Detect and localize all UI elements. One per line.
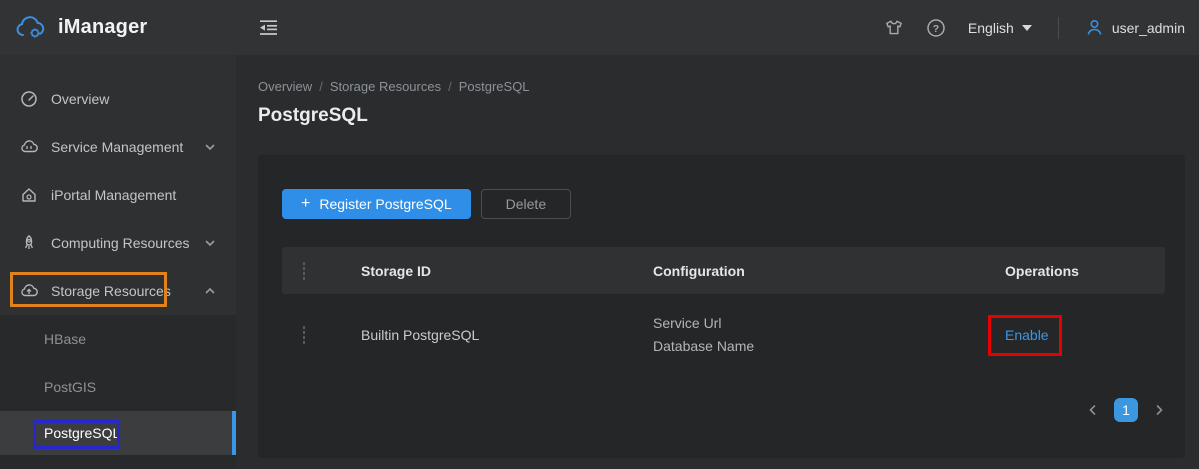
page-title: PostgreSQL: [258, 105, 368, 127]
configuration-service-url: Service Url: [653, 312, 1005, 335]
table-row: Builtin PostgreSQL Service Url Database …: [282, 294, 1165, 376]
sub-item-label: HBase: [44, 331, 86, 347]
delete-button-label: Delete: [506, 196, 546, 212]
current-page-button[interactable]: 1: [1114, 398, 1138, 422]
column-header-configuration: Configuration: [653, 263, 1005, 279]
imanager-app-window: iManager ?: [0, 0, 1199, 469]
breadcrumb-overview[interactable]: Overview: [258, 79, 312, 94]
next-page-icon[interactable]: [1153, 404, 1165, 416]
breadcrumb-storage-resources[interactable]: Storage Resources: [330, 79, 441, 94]
cloud-upload-icon: [20, 282, 38, 300]
app-logo-area: iManager: [0, 0, 236, 55]
sidebar-item-postgis[interactable]: PostGIS: [0, 363, 236, 411]
sidebar-item-hbase[interactable]: HBase: [0, 315, 236, 363]
postgresql-panel: + Register PostgreSQL Delete Storage ID …: [258, 155, 1185, 458]
topbar-divider: [1058, 17, 1059, 39]
main-content: Overview / Storage Resources / PostgreSQ…: [236, 55, 1199, 469]
fold-menu-icon[interactable]: [258, 19, 279, 36]
chevron-up-icon: [204, 285, 216, 297]
select-all-checkbox[interactable]: [303, 262, 305, 280]
sidebar-item-label: Service Management: [51, 139, 183, 155]
previous-page-icon[interactable]: [1087, 404, 1099, 416]
register-button-label: Register PostgreSQL: [319, 196, 451, 212]
home-icon: [20, 186, 38, 204]
row-checkbox[interactable]: [303, 326, 305, 344]
sidebar-item-iportal-management[interactable]: iPortal Management: [0, 171, 236, 219]
user-icon: [1085, 18, 1104, 37]
breadcrumb-separator: /: [448, 79, 452, 94]
language-selector[interactable]: English: [968, 20, 1032, 36]
breadcrumb-separator: /: [319, 79, 323, 94]
delete-button[interactable]: Delete: [481, 189, 571, 219]
pagination: 1: [1087, 398, 1165, 422]
svg-text:?: ?: [933, 23, 939, 35]
configuration-cell: Service Url Database Name: [653, 312, 1005, 358]
chevron-down-icon: [204, 141, 216, 153]
cloud-gear-logo-icon: [14, 13, 48, 43]
sub-item-label: PostGIS: [44, 379, 96, 395]
sidebar-item-label: iPortal Management: [51, 187, 176, 203]
table-header: Storage ID Configuration Operations: [282, 247, 1165, 294]
username-label: user_admin: [1112, 20, 1185, 36]
breadcrumb: Overview / Storage Resources / PostgreSQ…: [258, 79, 530, 94]
sidebar-item-postgresql[interactable]: PostgreSQL: [0, 411, 236, 455]
column-header-storage-id: Storage ID: [340, 263, 653, 279]
sidebar-item-label: Overview: [51, 91, 109, 107]
sidebar-item-computing-resources[interactable]: Computing Resources: [0, 219, 236, 267]
configuration-database-name: Database Name: [653, 335, 1005, 358]
storage-id-cell: Builtin PostgreSQL: [340, 327, 653, 343]
app-title: iManager: [58, 16, 147, 39]
breadcrumb-postgresql: PostgreSQL: [459, 79, 530, 94]
gauge-icon: [20, 90, 38, 108]
sidebar-item-overview[interactable]: Overview: [0, 75, 236, 123]
enable-link[interactable]: Enable: [1005, 327, 1049, 343]
storage-resources-submenu: HBase PostGIS PostgreSQL: [0, 315, 236, 469]
sidebar: Overview Service Management: [0, 55, 236, 469]
column-header-operations: Operations: [1005, 263, 1165, 279]
rocket-icon: [20, 234, 38, 252]
tshirt-skin-icon[interactable]: [884, 18, 904, 37]
sidebar-item-label: Computing Resources: [51, 235, 190, 251]
sub-item-label: PostgreSQL: [44, 425, 120, 441]
plus-icon: +: [301, 196, 310, 212]
topbar: ? English user_admin: [236, 0, 1199, 55]
cloud-service-icon: [20, 138, 38, 156]
register-postgresql-button[interactable]: + Register PostgreSQL: [282, 189, 471, 219]
sidebar-item-storage-resources[interactable]: Storage Resources: [0, 267, 236, 315]
caret-down-icon: [1022, 25, 1032, 31]
chevron-down-icon: [204, 237, 216, 249]
toolbar: + Register PostgreSQL Delete: [282, 189, 571, 219]
language-label: English: [968, 20, 1014, 36]
sidebar-item-service-management[interactable]: Service Management: [0, 123, 236, 171]
sidebar-item-label: Storage Resources: [51, 283, 171, 299]
help-icon[interactable]: ?: [926, 18, 946, 38]
user-menu[interactable]: user_admin: [1085, 18, 1185, 37]
